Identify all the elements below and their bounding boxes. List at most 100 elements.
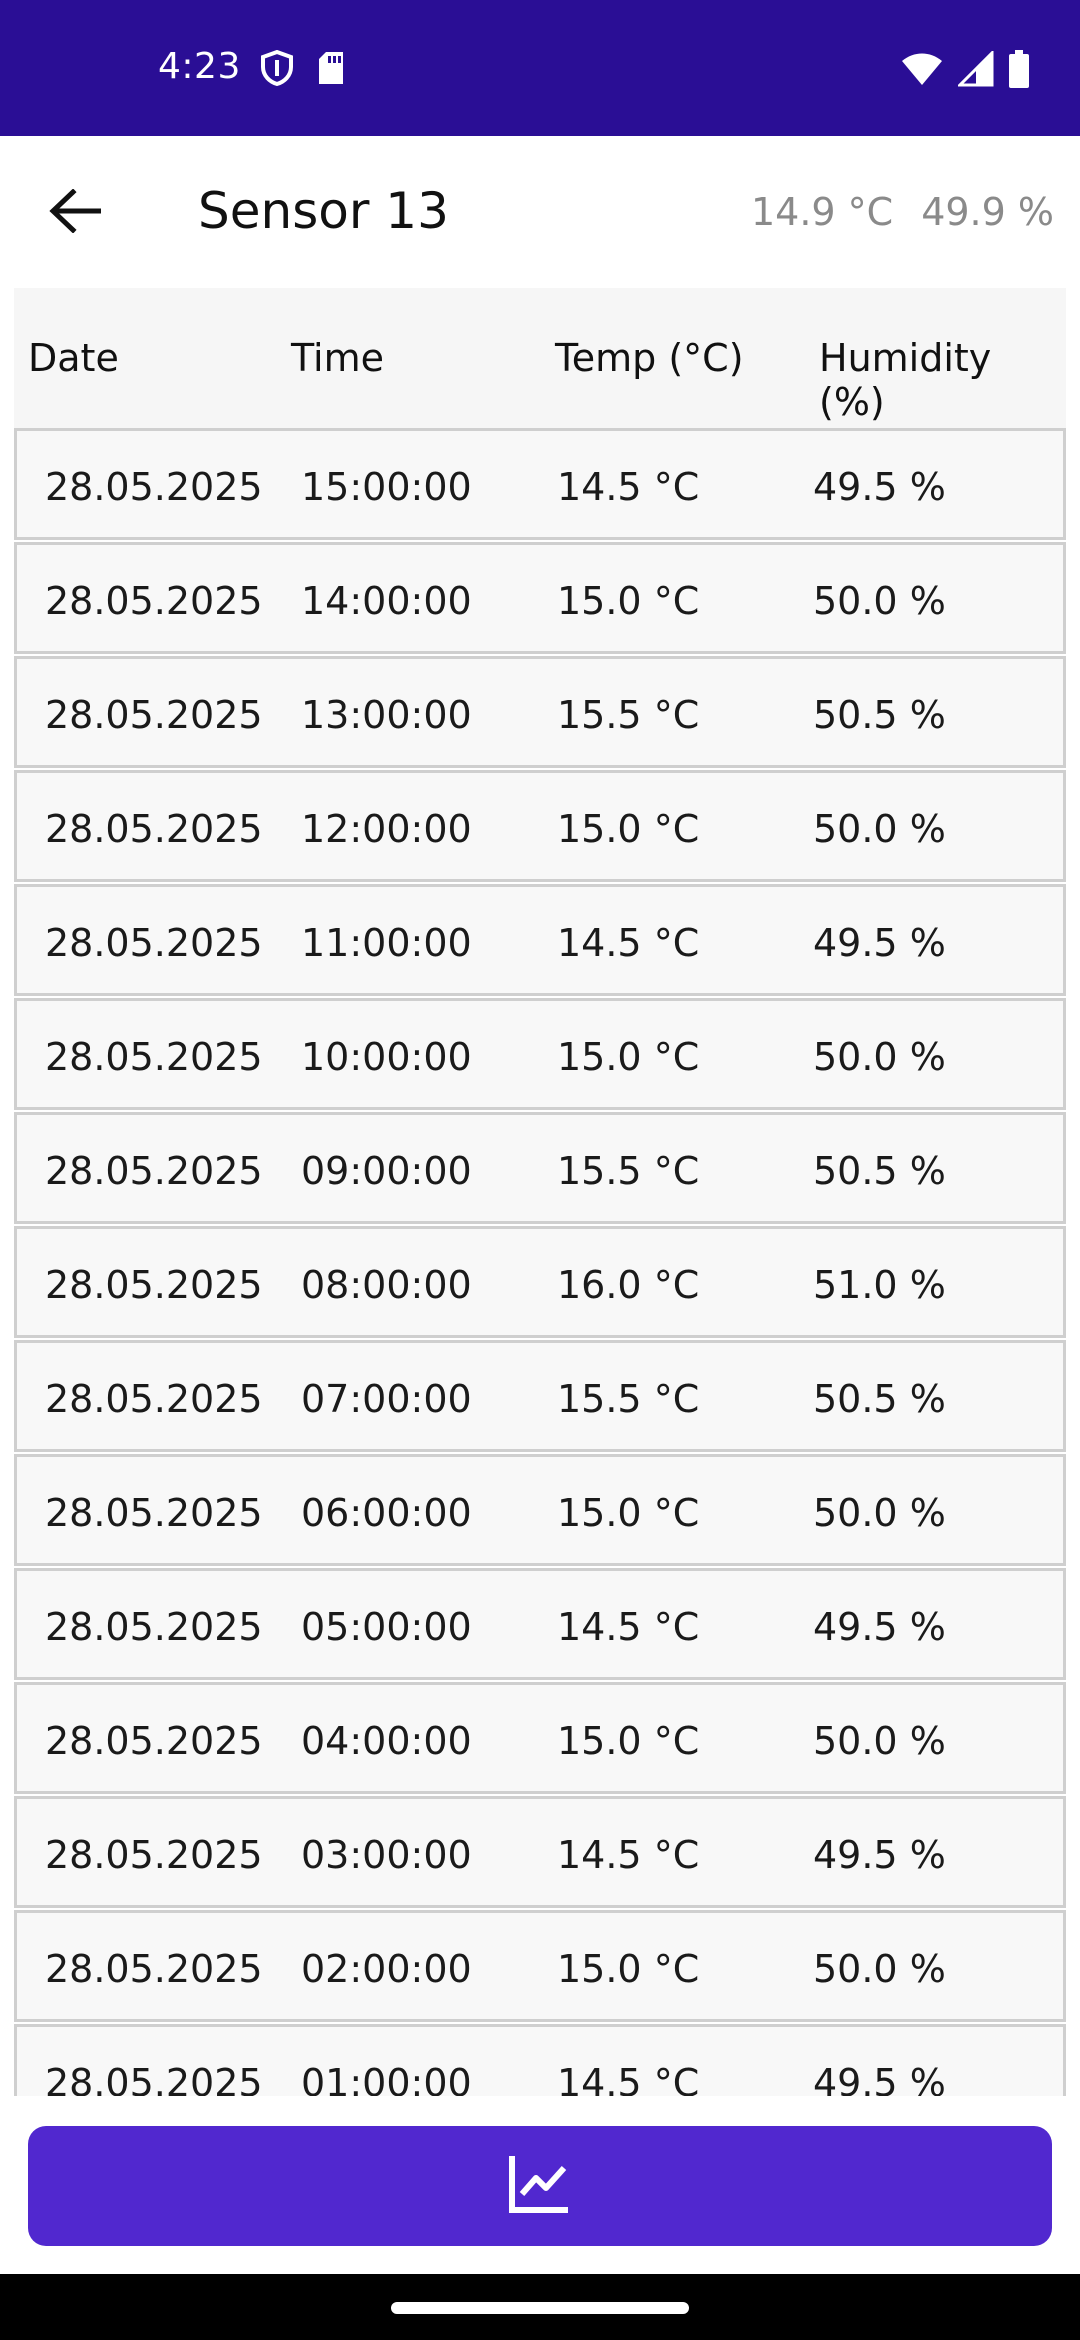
home-handle[interactable] <box>391 2302 689 2314</box>
status-time: 4:23 <box>158 46 241 87</box>
shield-icon <box>260 49 294 90</box>
status-bar: 4:23 <box>0 0 1080 136</box>
cell-date: 28.05.2025 <box>45 2061 263 2096</box>
cell-humidity: 50.0 % <box>813 1491 946 1535</box>
current-temperature: 14.9 °C <box>750 190 894 234</box>
cell-temp: 14.5 °C <box>557 465 700 509</box>
system-nav-bar <box>0 2274 1080 2340</box>
cell-date: 28.05.2025 <box>45 1263 263 1307</box>
cell-temp: 15.0 °C <box>557 1719 700 1763</box>
table-row[interactable]: 28.05.2025 07:00:00 15.5 °C 50.5 % <box>14 1340 1066 1452</box>
cell-humidity: 49.5 % <box>813 1605 946 1649</box>
cell-temp: 15.0 °C <box>557 807 700 851</box>
cell-humidity: 50.5 % <box>813 1149 946 1193</box>
table-row[interactable]: 28.05.2025 06:00:00 15.0 °C 50.0 % <box>14 1454 1066 1566</box>
cell-temp: 14.5 °C <box>557 1605 700 1649</box>
table-row[interactable]: 28.05.2025 04:00:00 15.0 °C 50.0 % <box>14 1682 1066 1794</box>
cell-humidity: 50.0 % <box>813 1719 946 1763</box>
cell-date: 28.05.2025 <box>45 465 263 509</box>
cell-date: 28.05.2025 <box>45 1605 263 1649</box>
table-row[interactable]: 28.05.2025 12:00:00 15.0 °C 50.0 % <box>14 770 1066 882</box>
cell-humidity: 49.5 % <box>813 2061 946 2096</box>
cell-temp: 16.0 °C <box>557 1263 700 1307</box>
cell-time: 15:00:00 <box>301 465 472 509</box>
line-chart-icon <box>508 2154 572 2218</box>
status-right-icons <box>900 49 1030 92</box>
cell-date: 28.05.2025 <box>45 1377 263 1421</box>
column-header-temp: Temp (°C) <box>555 336 744 380</box>
cell-time: 03:00:00 <box>301 1833 472 1877</box>
cell-humidity: 49.5 % <box>813 465 946 509</box>
column-header-time: Time <box>291 336 384 380</box>
cell-time: 13:00:00 <box>301 693 472 737</box>
cell-date: 28.05.2025 <box>45 1719 263 1763</box>
table-row[interactable]: 28.05.2025 02:00:00 15.0 °C 50.0 % <box>14 1910 1066 2022</box>
cell-temp: 15.0 °C <box>557 579 700 623</box>
chart-button[interactable] <box>28 2126 1052 2246</box>
cell-time: 01:00:00 <box>301 2061 472 2096</box>
table-row[interactable]: 28.05.2025 14:00:00 15.0 °C 50.0 % <box>14 542 1066 654</box>
cell-signal-icon <box>956 49 994 91</box>
table-row[interactable]: 28.05.2025 03:00:00 14.5 °C 49.5 % <box>14 1796 1066 1908</box>
column-header-date: Date <box>28 336 119 380</box>
table-header: Date Time Temp (°C) Humidity (%) <box>14 288 1066 428</box>
back-button[interactable] <box>40 178 110 248</box>
cell-temp: 15.0 °C <box>557 1491 700 1535</box>
readings-table[interactable]: Date Time Temp (°C) Humidity (%) 28.05.2… <box>14 288 1066 2096</box>
page-title: Sensor 13 <box>198 182 449 240</box>
table-row[interactable]: 28.05.2025 11:00:00 14.5 °C 49.5 % <box>14 884 1066 996</box>
table-row[interactable]: 28.05.2025 05:00:00 14.5 °C 49.5 % <box>14 1568 1066 1680</box>
current-readings: 14.9 °C 49.9 % <box>751 190 1054 234</box>
cell-temp: 15.0 °C <box>557 1035 700 1079</box>
cell-date: 28.05.2025 <box>45 693 263 737</box>
table-row[interactable]: 28.05.2025 10:00:00 15.0 °C 50.0 % <box>14 998 1066 1110</box>
cell-date: 28.05.2025 <box>45 1035 263 1079</box>
status-left-icons <box>260 49 346 90</box>
battery-icon <box>1008 50 1030 92</box>
table-row[interactable]: 28.05.2025 09:00:00 15.5 °C 50.5 % <box>14 1112 1066 1224</box>
arrow-left-icon <box>49 188 102 237</box>
cell-humidity: 50.0 % <box>813 1947 946 1991</box>
table-row[interactable]: 28.05.2025 08:00:00 16.0 °C 51.0 % <box>14 1226 1066 1338</box>
cell-time: 14:00:00 <box>301 579 472 623</box>
cell-date: 28.05.2025 <box>45 1947 263 1991</box>
cell-temp: 15.0 °C <box>557 1947 700 1991</box>
table-row[interactable]: 28.05.2025 13:00:00 15.5 °C 50.5 % <box>14 656 1066 768</box>
cell-humidity: 49.5 % <box>813 921 946 965</box>
cell-humidity: 50.0 % <box>813 1035 946 1079</box>
cell-date: 28.05.2025 <box>45 579 263 623</box>
cell-time: 10:00:00 <box>301 1035 472 1079</box>
cell-humidity: 51.0 % <box>813 1263 946 1307</box>
cell-time: 05:00:00 <box>301 1605 472 1649</box>
cell-time: 11:00:00 <box>301 921 472 965</box>
cell-humidity: 50.5 % <box>813 693 946 737</box>
cell-time: 08:00:00 <box>301 1263 472 1307</box>
app-bar: Sensor 13 14.9 °C 49.9 % <box>0 136 1080 288</box>
cell-temp: 15.5 °C <box>557 693 700 737</box>
cell-humidity: 49.5 % <box>813 1833 946 1877</box>
cell-date: 28.05.2025 <box>45 1833 263 1877</box>
cell-time: 09:00:00 <box>301 1149 472 1193</box>
cell-date: 28.05.2025 <box>45 1491 263 1535</box>
cell-time: 04:00:00 <box>301 1719 472 1763</box>
cell-time: 07:00:00 <box>301 1377 472 1421</box>
cell-temp: 15.5 °C <box>557 1377 700 1421</box>
cell-humidity: 50.5 % <box>813 1377 946 1421</box>
cell-humidity: 50.0 % <box>813 807 946 851</box>
cell-temp: 14.5 °C <box>557 1833 700 1877</box>
cell-temp: 15.5 °C <box>557 1149 700 1193</box>
cell-time: 12:00:00 <box>301 807 472 851</box>
current-humidity: 49.9 % <box>921 190 1054 234</box>
table-row[interactable]: 28.05.2025 15:00:00 14.5 °C 49.5 % <box>14 428 1066 540</box>
cell-date: 28.05.2025 <box>45 1149 263 1193</box>
cell-temp: 14.5 °C <box>557 2061 700 2096</box>
cell-date: 28.05.2025 <box>45 921 263 965</box>
cell-time: 02:00:00 <box>301 1947 472 1991</box>
sd-card-icon <box>316 50 346 90</box>
table-row[interactable]: 28.05.2025 01:00:00 14.5 °C 49.5 % <box>14 2024 1066 2096</box>
cell-date: 28.05.2025 <box>45 807 263 851</box>
cell-time: 06:00:00 <box>301 1491 472 1535</box>
wifi-icon <box>900 51 944 91</box>
column-header-humidity: Humidity (%) <box>819 336 992 424</box>
cell-humidity: 50.0 % <box>813 579 946 623</box>
